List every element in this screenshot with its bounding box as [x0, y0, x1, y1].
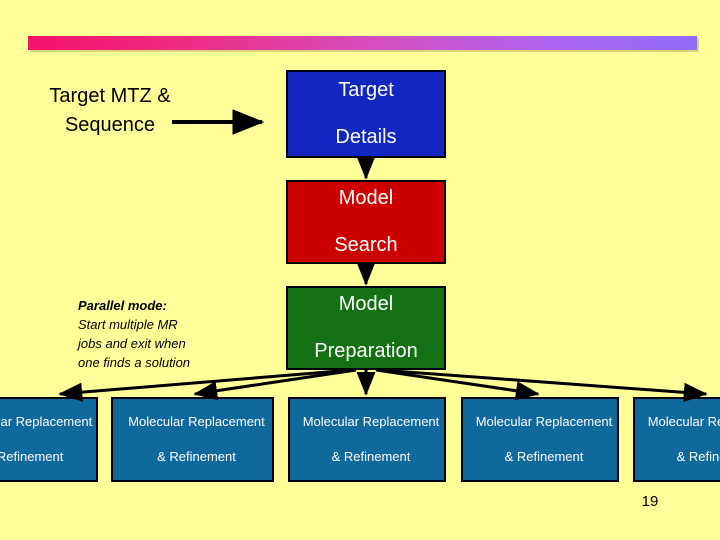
mr-job-box[interactable]: Molecular Replacement & Refinement	[0, 397, 98, 482]
input-label-line-1: Target MTZ	[49, 85, 152, 107]
stage-label-line-2: Details	[335, 125, 397, 148]
stage-label-line-2: Search	[334, 233, 398, 256]
stage-box-model-search[interactable]: Model Search	[286, 180, 446, 264]
mr-job-label-line-1: Molecular Replacement	[302, 414, 440, 430]
mr-job-label-line-1: Molecular Replacement	[128, 414, 265, 430]
mr-job-box[interactable]: Molecular Replacement & Refinement	[111, 397, 274, 482]
input-label-target-mtz: Target MTZ & Sequence	[34, 82, 186, 140]
mr-job-label-line-2: & Refinement	[0, 449, 64, 465]
mr-job-label-line-1: Molecular Replacement	[475, 414, 613, 430]
mr-job-label-line-2: & Refinement	[331, 449, 411, 465]
mr-job-label-line-2: & Refinement	[157, 449, 236, 465]
mr-job-label-line-2: & Refinement	[504, 449, 584, 465]
mr-job-box-label: Molecular Replacement & Refinement	[635, 413, 720, 466]
slide-canvas: Target MTZ & Sequence Target Details Mod…	[0, 0, 720, 540]
mr-job-label-line-1: Molecular Replacement	[647, 414, 720, 430]
mr-job-box-label: Molecular Replacement & Refinement	[113, 413, 272, 466]
mr-job-box[interactable]: Molecular Replacement & Refinement	[633, 397, 720, 482]
mr-job-box-label: Molecular Replacement & Refinement	[463, 413, 617, 466]
mr-job-box[interactable]: Molecular Replacement & Refinement	[461, 397, 619, 482]
mr-job-box[interactable]: Molecular Replacement & Refinement	[288, 397, 446, 482]
stage-label-line-2: Preparation	[314, 339, 418, 362]
mr-job-box-label: Molecular Replacement & Refinement	[290, 413, 444, 466]
arrow-model-preparation-to-mr-job-2	[193, 368, 357, 401]
parallel-mode-note: Parallel mode: Start multiple MR jobs an…	[78, 297, 254, 373]
input-label-line-3: Sequence	[64, 114, 156, 136]
stage-box-model-search-label: Model Search	[288, 187, 444, 258]
arrow-model-preparation-to-mr-job-5	[379, 368, 708, 402]
parallel-mode-note-heading: Parallel mode:	[78, 298, 167, 313]
mr-job-label-line-2: & Refinement	[676, 449, 720, 465]
parallel-mode-note-line-3: one finds a solution	[78, 354, 191, 370]
accent-gradient-bar	[28, 36, 697, 50]
parallel-mode-note-line-2: jobs and exit when	[78, 335, 186, 351]
arrow-model-preparation-to-mr-job-1	[58, 368, 353, 402]
mr-job-box-label: Molecular Replacement & Refinement	[0, 413, 96, 466]
stage-box-target-details[interactable]: Target Details	[286, 70, 446, 158]
stage-label-line-1: Model	[338, 292, 394, 315]
input-label-line-2: &	[157, 85, 171, 107]
mr-job-label-line-1: Molecular Replacement	[0, 414, 93, 430]
stage-box-target-details-label: Target Details	[288, 79, 444, 150]
arrow-model-preparation-to-mr-job-4	[375, 368, 540, 401]
stage-box-model-preparation[interactable]: Model Preparation	[286, 286, 446, 370]
parallel-mode-note-line-1: Start multiple MR	[78, 316, 178, 332]
stage-label-line-1: Model	[338, 186, 394, 209]
page-number: 19	[641, 493, 659, 510]
stage-label-line-1: Target	[338, 78, 394, 101]
stage-box-model-preparation-label: Model Preparation	[288, 293, 444, 364]
